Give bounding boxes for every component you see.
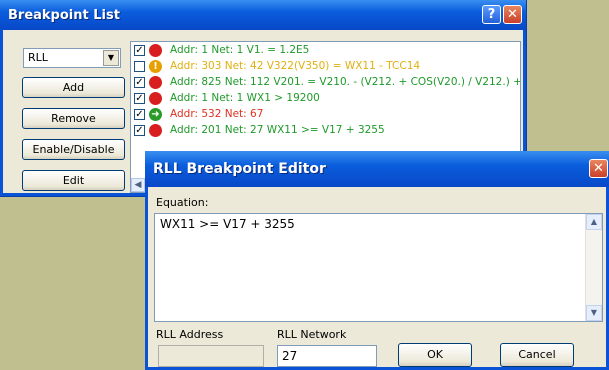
breakpoint-checkbox[interactable] <box>134 60 145 72</box>
breakpoint-text: Addr: 532 Net: 67 <box>170 108 264 120</box>
rll-network-field[interactable]: 27 <box>277 345 377 367</box>
rll-network-label: RLL Network <box>277 328 347 341</box>
editor-titlebar[interactable]: RLL Breakpoint Editor <box>145 151 609 187</box>
help-icon[interactable]: ? <box>482 5 501 24</box>
breakpoint-text: Addr: 1 Net: 1 V1. = 1.2E5 <box>170 44 310 56</box>
breakpoint-text: Addr: 825 Net: 112 V201. = V210. - (V212… <box>170 76 521 88</box>
ok-button[interactable]: OK <box>398 343 472 367</box>
breakpoint-checkbox[interactable]: ✓ <box>134 124 145 136</box>
list-item[interactable]: ✓ Addr: 1 Net: 1 V1. = 1.2E5 <box>134 42 309 58</box>
breakpoint-checkbox[interactable]: ✓ <box>134 76 145 88</box>
breakpoint-type-select[interactable]: RLL ▼ <box>23 48 121 68</box>
cancel-button[interactable]: Cancel <box>500 343 574 367</box>
scroll-up-icon[interactable]: ▲ <box>586 214 602 230</box>
breakpoint-checkbox[interactable]: ✓ <box>134 108 145 120</box>
equation-textarea[interactable]: WX11 >= V17 + 3255 ▲ ▼ <box>154 213 603 322</box>
list-item[interactable]: ✓ ➜ Addr: 532 Net: 67 <box>134 106 263 122</box>
breakpoint-list-title: Breakpoint List <box>8 7 120 23</box>
breakpoint-red-dot-icon <box>149 43 162 57</box>
scroll-left-icon[interactable]: ◀ <box>131 178 145 192</box>
breakpoint-text: Addr: 201 Net: 27 WX11 >= V17 + 3255 <box>170 124 385 136</box>
close-icon[interactable]: ✕ <box>589 159 608 178</box>
rll-breakpoint-editor-dialog: RLL Breakpoint Editor ✕ Equation: WX11 >… <box>145 151 609 370</box>
breakpoint-text: Addr: 303 Net: 42 V322(V350) = WX11 - TC… <box>170 60 421 72</box>
enable-disable-button[interactable]: Enable/Disable <box>22 139 125 160</box>
breakpoint-text: Addr: 1 Net: 1 WX1 > 19200 <box>170 92 320 104</box>
breakpoint-list-titlebar[interactable]: Breakpoint List <box>0 0 526 30</box>
scroll-down-icon[interactable]: ▼ <box>586 305 602 321</box>
breakpoint-checkbox[interactable]: ✓ <box>134 92 145 104</box>
green-arrow-icon: ➜ <box>149 107 162 121</box>
editor-title: RLL Breakpoint Editor <box>153 161 326 177</box>
equation-label: Equation: <box>156 196 209 209</box>
breakpoint-red-dot-icon <box>149 75 162 89</box>
breakpoint-red-dot-icon <box>149 123 162 137</box>
rll-address-field <box>158 345 264 367</box>
list-item[interactable]: ✓ Addr: 825 Net: 112 V201. = V210. - (V2… <box>134 74 521 90</box>
rll-address-label: RLL Address <box>156 328 224 341</box>
breakpoint-red-dot-icon <box>149 91 162 105</box>
breakpoint-type-value: RLL <box>28 51 48 64</box>
chevron-down-icon[interactable]: ▼ <box>103 50 119 66</box>
add-button[interactable]: Add <box>22 77 125 98</box>
equation-scrollbar[interactable]: ▲ ▼ <box>585 214 602 321</box>
close-icon[interactable]: ✕ <box>503 5 522 24</box>
list-item[interactable]: ! Addr: 303 Net: 42 V322(V350) = WX11 - … <box>134 58 420 74</box>
breakpoint-checkbox[interactable]: ✓ <box>134 44 145 56</box>
edit-button[interactable]: Edit <box>22 170 125 191</box>
list-item[interactable]: ✓ Addr: 1 Net: 1 WX1 > 19200 <box>134 90 320 106</box>
equation-value: WX11 >= V17 + 3255 <box>160 217 295 231</box>
remove-button[interactable]: Remove <box>22 108 125 129</box>
list-item[interactable]: ✓ Addr: 201 Net: 27 WX11 >= V17 + 3255 <box>134 122 385 138</box>
warning-icon: ! <box>149 59 162 73</box>
